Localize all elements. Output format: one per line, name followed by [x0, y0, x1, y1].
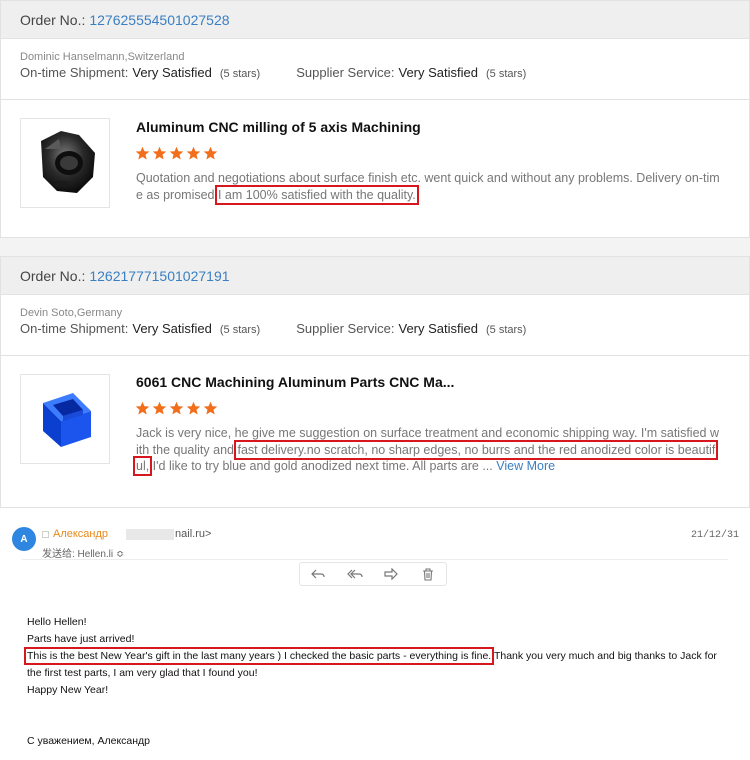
shipment-value: Very Satisfied — [132, 321, 212, 336]
buyer-name: Dominic Hanselmann,Switzerland — [20, 51, 185, 63]
shipment-stars-text: (5 stars) — [219, 324, 261, 336]
supplier-rating: Supplier Service: Very Satisfied (5 star… — [296, 65, 526, 80]
star-icon — [152, 401, 167, 415]
supplier-label: Supplier Service: — [296, 65, 395, 80]
email-paragraph: This is the best New Year's gift in the … — [23, 647, 727, 682]
forward-icon[interactable] — [383, 566, 399, 582]
reply-all-icon[interactable] — [346, 566, 363, 582]
shipment-rating: On-time Shipment: Very Satisfied (5 star… — [20, 321, 260, 336]
review-card: Order No.: 126217771501027191 Devin Soto… — [0, 256, 750, 508]
shipment-label: On-time Shipment: — [20, 321, 129, 336]
email-signature: С уважением, Александр — [27, 735, 151, 747]
review-text-rest: I'd like to try blue and gold anodized n… — [149, 459, 497, 473]
ratings-row: On-time Shipment: Very Satisfied (5 star… — [1, 321, 749, 355]
shipment-rating: On-time Shipment: Very Satisfied (5 star… — [20, 65, 260, 80]
star-icon — [169, 401, 184, 415]
shipment-label: On-time Shipment: — [20, 65, 129, 80]
sender-line: Александр nail.ru> — [42, 528, 211, 540]
order-header: Order No.: 127625554501027528 — [1, 1, 749, 39]
view-more-link[interactable]: View More — [496, 459, 555, 473]
divider — [1, 99, 749, 100]
ratings-row: On-time Shipment: Very Satisfied (5 star… — [1, 65, 749, 99]
order-label: Order No.: — [20, 11, 86, 28]
order-number-link[interactable]: 126217771501027191 — [89, 268, 229, 284]
supplier-stars-text: (5 stars) — [486, 68, 527, 80]
star-icon — [186, 146, 201, 160]
star-rating — [135, 146, 218, 161]
redacted-email — [126, 528, 175, 540]
email-greeting: Hello Hellen! — [27, 616, 87, 628]
star-icon — [169, 146, 184, 160]
reply-icon[interactable] — [310, 566, 326, 582]
email-body: Hello Hellen! Parts have just arrived! T… — [23, 614, 727, 750]
product-thumbnail[interactable] — [20, 374, 110, 464]
product-thumbnail[interactable] — [20, 118, 110, 208]
product-title[interactable]: Aluminum CNC milling of 5 axis Machining — [136, 119, 421, 135]
divider — [1, 355, 749, 356]
review-text: Jack is very nice, he give me suggestion… — [132, 425, 721, 476]
machined-part-image — [41, 131, 95, 193]
email-line: Parts have just arrived! — [27, 633, 135, 645]
review-text: Quotation and negotiations about surface… — [136, 170, 721, 205]
star-icon — [135, 401, 150, 415]
star-icon — [152, 146, 167, 160]
email-date: 21/12/31 — [690, 530, 739, 541]
star-rating — [135, 401, 218, 416]
product-title[interactable]: 6061 CNC Machining Aluminum Parts CNC Ma… — [136, 374, 454, 390]
divider — [22, 559, 728, 560]
email-toolbar — [299, 562, 447, 586]
supplier-label: Supplier Service: — [296, 321, 395, 336]
email-message: A Александр nail.ru> 发送给: Hellen.li ≎ 21… — [0, 515, 750, 760]
supplier-stars-text: (5 stars) — [486, 324, 527, 336]
flag-icon[interactable] — [42, 530, 49, 538]
recipient-line[interactable]: 发送给: Hellen.li ≎ — [42, 545, 124, 560]
review-text-highlight: I am 100% satisfied with the quality. — [214, 184, 419, 205]
star-icon — [135, 146, 150, 160]
order-number-link[interactable]: 127625554501027528 — [89, 12, 229, 28]
star-icon — [186, 401, 201, 415]
order-label: Order No.: — [20, 267, 86, 284]
star-icon — [203, 401, 218, 415]
order-header: Order No.: 126217771501027191 — [1, 257, 749, 295]
supplier-value: Very Satisfied — [398, 65, 479, 80]
shipment-stars-text: (5 stars) — [219, 68, 261, 80]
section-gap — [0, 238, 750, 256]
supplier-value: Very Satisfied — [398, 321, 479, 336]
sender-name[interactable]: Александр — [53, 528, 108, 540]
supplier-rating: Supplier Service: Very Satisfied (5 star… — [296, 321, 526, 336]
review-card: Order No.: 127625554501027528 Dominic Ha… — [0, 0, 750, 238]
star-icon — [203, 146, 218, 160]
avatar: A — [12, 527, 36, 551]
shipment-value: Very Satisfied — [132, 65, 212, 80]
email-highlight: This is the best New Year's gift in the … — [23, 647, 495, 665]
trash-icon[interactable] — [420, 566, 436, 582]
email-line: Happy New Year! — [27, 684, 109, 696]
buyer-name: Devin Soto,Germany — [20, 307, 123, 319]
sender-email: nail.ru> — [175, 528, 212, 540]
blue-part-image — [43, 393, 91, 447]
